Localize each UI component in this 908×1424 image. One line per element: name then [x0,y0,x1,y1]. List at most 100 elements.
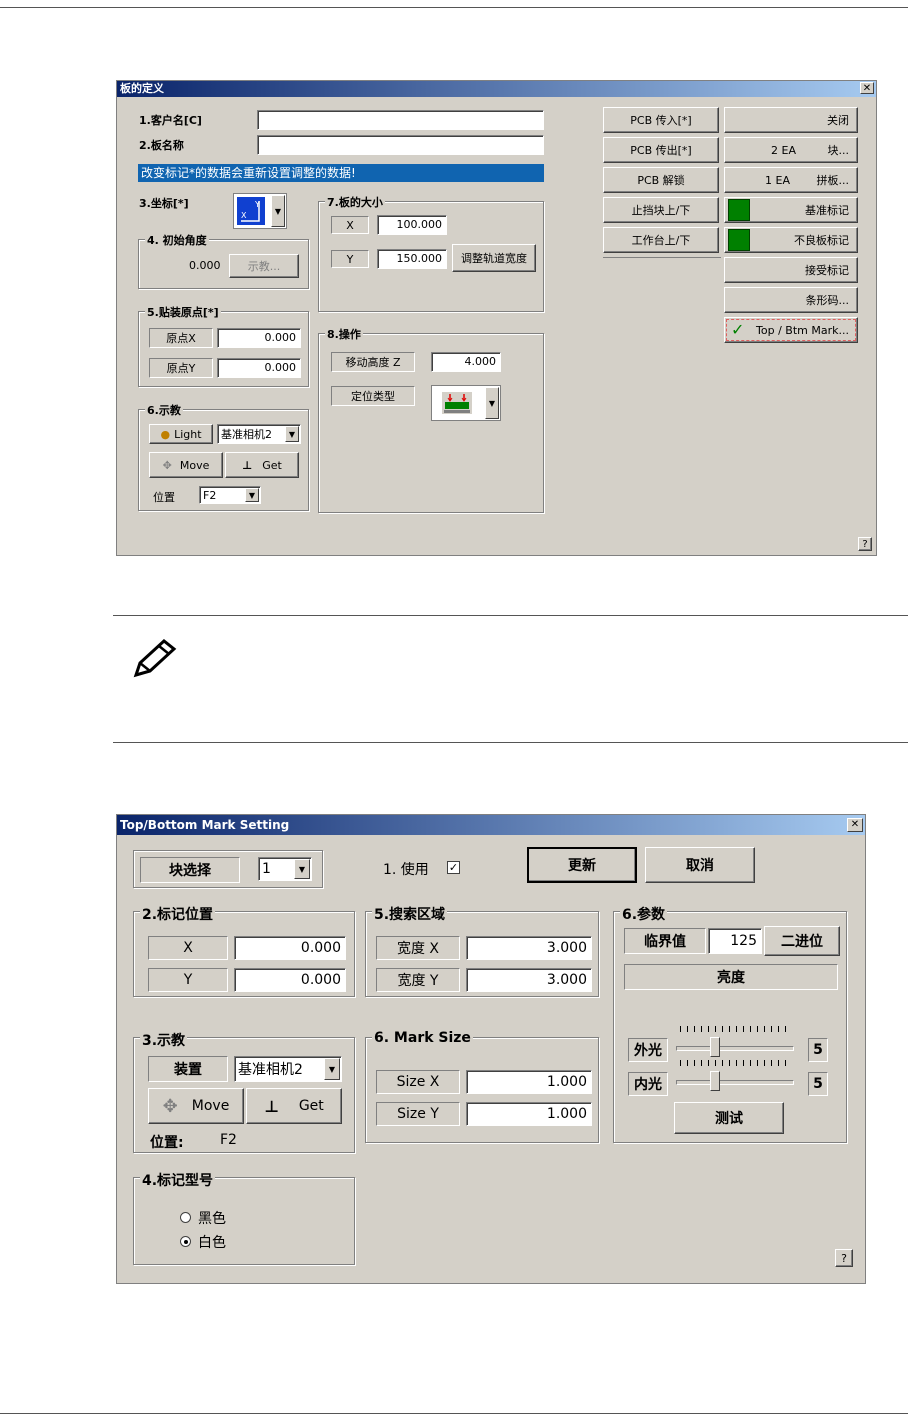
move-height-input[interactable]: 4.000 [431,352,501,372]
teach-camera-select[interactable]: 基准相机2 ▼ [217,424,301,444]
help-button[interactable]: ? [835,1249,853,1267]
board-size-y-input[interactable]: 150.000 [377,249,447,269]
warning-text: 改变标记*的数据会重新设置调整的数据! [141,166,356,180]
binary-button[interactable]: 二进位 [764,926,840,956]
panel-button[interactable]: 1 EA 拼板... [724,167,858,193]
threshold-input[interactable]: 125 [708,928,762,954]
block-button[interactable]: 2 EA 块... [724,137,858,163]
chevron-down-icon[interactable]: ▼ [294,859,310,879]
origin-title: 5.贴装原点[*] [145,304,221,320]
mark-position-label: 位置: [150,1135,184,1151]
threshold-label: 临界值 [624,928,706,954]
chevron-down-icon[interactable]: ▼ [324,1058,340,1080]
chevron-down-icon[interactable]: ▼ [485,387,499,419]
mark-move-button[interactable]: ✥ Move [148,1088,244,1124]
bottom-rule [0,1413,908,1414]
stopper-button[interactable]: 止挡块上/下 [603,197,719,223]
mark-type-title: 4.标记型号 [140,1170,216,1190]
pcb-out-button[interactable]: PCB 传出[*] [603,137,719,163]
board-definition-dialog: 板的定义 ✕ 1.客户名[C] 2.板名称 改变标记*的数据会重新设置调整的数据… [116,80,877,556]
mark-setting-dialog: Top/Bottom Mark Setting ✕ 块选择 1 ▼ 1. 使用 ✓… [116,814,866,1284]
block-label: 块... [827,144,850,157]
origin-x-label: 原点X [149,328,213,348]
search-area-group: 5.搜索区域 宽度 X 3.000 宽度 Y 3.000 [365,904,599,997]
size-y-input[interactable]: 1.000 [466,1102,592,1126]
teach-group: 6.示教 ● Light 基准相机2 ▼ ✥ Move ⊥ Get 位置 F2 ▼ [138,402,309,511]
bulb-icon: ● [160,427,171,441]
search-width-x-input[interactable]: 3.000 [466,936,592,960]
white-radio[interactable] [180,1236,191,1247]
customer-input[interactable] [257,110,544,130]
teach-position-label: 位置 [153,491,175,504]
mark-get-button[interactable]: ⊥ Get [246,1088,342,1124]
search-width-y-input[interactable]: 3.000 [466,968,592,992]
cancel-button[interactable]: 取消 [645,847,755,883]
help-button[interactable]: ? [858,537,872,551]
black-radio-label: 黑色 [198,1211,226,1227]
operation-title: 8.操作 [325,326,363,342]
origin-y-input[interactable]: 0.000 [217,358,301,378]
light-button[interactable]: ● Light [149,424,213,444]
close-icon[interactable]: ✕ [860,82,874,94]
device-select[interactable]: 基准相机2 ▼ [234,1056,342,1082]
top-btm-mark-label: Top / Btm Mark... [756,323,849,337]
accept-mark-button[interactable]: 接受标记 [724,257,858,283]
move-button-label: Move [179,458,210,472]
barcode-button[interactable]: 条形码... [724,287,858,313]
block-select-value: 1 [262,861,271,877]
svg-text:Y: Y [254,200,260,209]
panel-label: 拼板... [816,174,850,187]
move-button[interactable]: ✥ Move [149,452,223,478]
coord-select[interactable]: X Y ▼ [233,193,287,229]
chevron-down-icon[interactable]: ▼ [271,195,285,227]
slider-thumb[interactable] [710,1037,720,1057]
origin-x-input[interactable]: 0.000 [217,328,301,348]
mark-position-value: F2 [220,1132,237,1148]
pcb-in-button[interactable]: PCB 传入[*] [603,107,719,133]
board-name-input[interactable] [257,135,544,155]
slider-track [676,1046,794,1051]
chevron-down-icon[interactable]: ▼ [285,426,299,442]
use-checkbox[interactable]: ✓ [447,861,460,874]
move-arrows-icon: ✥ [162,1095,178,1117]
bad-mark-swatch [728,229,750,251]
mark-move-button-label: Move [191,1098,230,1114]
get-button[interactable]: ⊥ Get [225,452,299,478]
locate-type-select[interactable]: ▼ [431,385,501,421]
update-button[interactable]: 更新 [527,847,637,883]
board-size-title: 7.板的大小 [325,194,385,210]
board-size-x-input[interactable]: 100.000 [377,215,447,235]
board-size-y-label: Y [331,250,369,268]
test-button[interactable]: 测试 [674,1102,784,1134]
inner-light-slider[interactable] [676,1060,794,1100]
teach-camera-value: 基准相机2 [221,428,272,441]
slider-thumb[interactable] [710,1071,720,1091]
panel-count: 1 EA [765,173,790,187]
initial-angle-teach-button[interactable]: 示教... [229,254,299,278]
inner-light-label: 内光 [628,1072,668,1096]
block-select[interactable]: 1 ▼ [258,857,312,881]
mark-size-group: 6. Mark Size Size X 1.000 Size Y 1.000 [365,1030,599,1143]
pcb-unlock-button[interactable]: PCB 解锁 [603,167,719,193]
mark-pos-y-input[interactable]: 0.000 [234,968,346,992]
device-select-value: 基准相机2 [238,1062,303,1078]
accept-mark-label: 接受标记 [805,264,849,277]
inner-light-value: 5 [808,1072,828,1096]
mark-type-group: 4.标记型号 黑色 白色 [133,1170,355,1265]
teach-position-select[interactable]: F2 ▼ [199,486,261,504]
close-icon[interactable]: ✕ [847,818,863,832]
locate-type-icon [442,392,472,414]
top-btm-mark-button[interactable]: ✓ Top / Btm Mark... [724,317,858,343]
board-size-group: 7.板的大小 X 100.000 Y 150.000 调整轨道宽度 [318,194,544,312]
mark-get-button-label: Get [298,1098,324,1114]
table-button[interactable]: 工作台上/下 [603,227,719,253]
mark-pos-x-input[interactable]: 0.000 [234,936,346,960]
adjust-rail-width-button[interactable]: 调整轨道宽度 [452,244,536,272]
close-button[interactable]: 关闭 [724,107,858,133]
mark-teach-title: 3.示教 [140,1030,188,1050]
chevron-down-icon[interactable]: ▼ [245,488,259,502]
size-x-input[interactable]: 1.000 [466,1070,592,1094]
initial-angle-value: 0.000 [189,259,221,272]
black-radio[interactable] [180,1212,191,1223]
coordinate-axis-icon: X Y [237,197,265,225]
